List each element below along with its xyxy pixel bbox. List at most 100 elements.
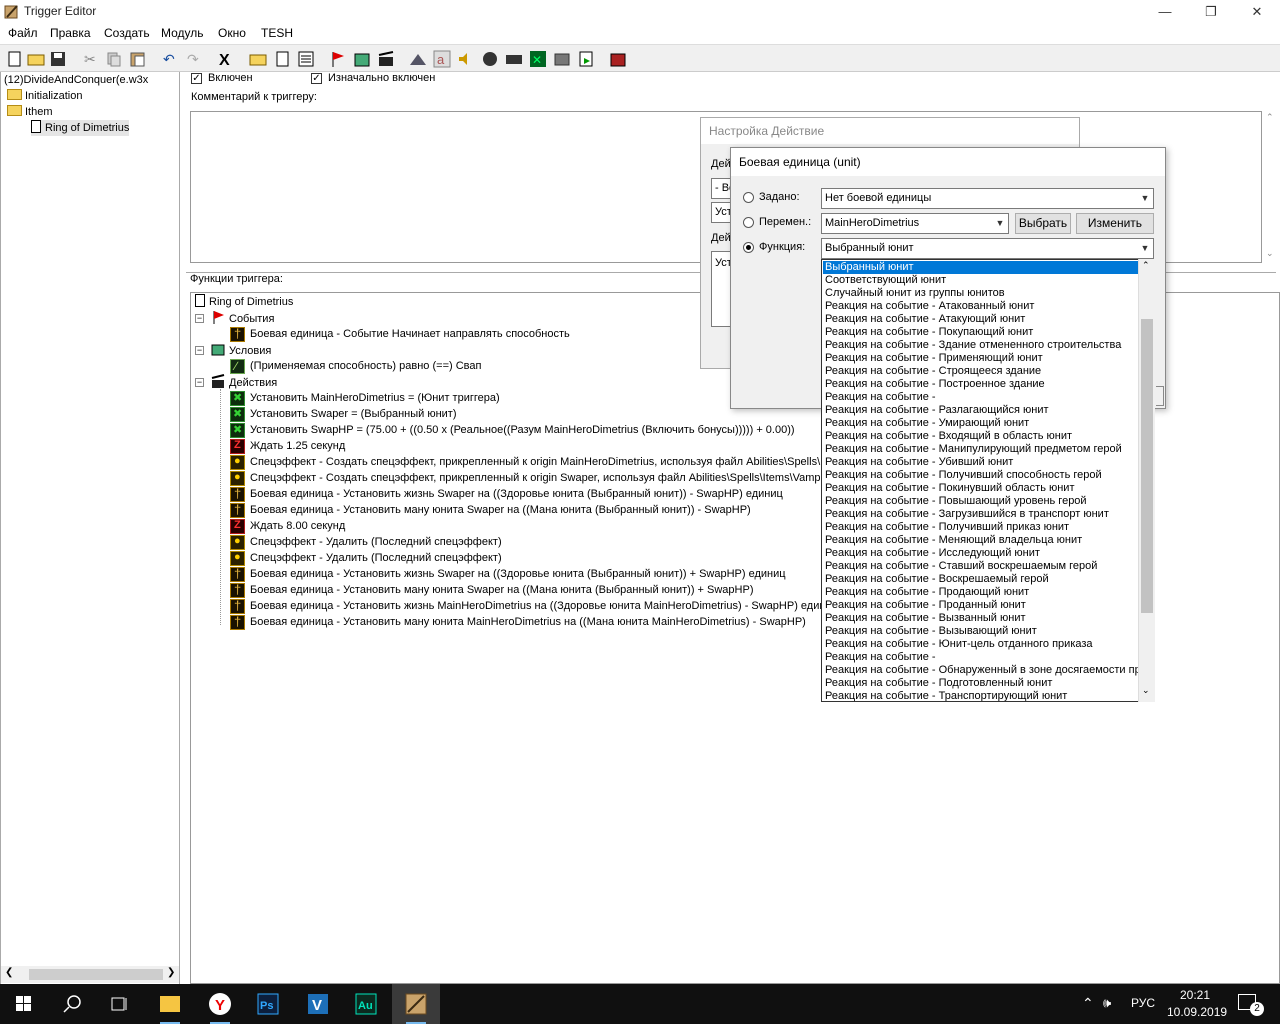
scroll-down-icon[interactable]: ⌄ bbox=[1142, 685, 1150, 696]
vegas-icon[interactable]: V bbox=[294, 984, 342, 1024]
dropdown-option[interactable]: Реакция на событие - bbox=[823, 651, 1138, 664]
action-item[interactable]: Спецэффект - Создать спецэффект, прикреп… bbox=[250, 470, 835, 486]
clock-time[interactable]: 20:21 bbox=[1180, 988, 1210, 1002]
dropdown-option[interactable]: Реакция на событие - Воскрешаемый герой bbox=[823, 573, 1138, 586]
paste-icon[interactable] bbox=[128, 49, 148, 69]
dropdown-option[interactable]: Реакция на событие - Юнит-цель отданного… bbox=[823, 638, 1138, 651]
new-comment-icon[interactable] bbox=[296, 49, 316, 69]
object-editor-icon[interactable] bbox=[480, 49, 500, 69]
dropdown-option[interactable]: Реакция на событие - Подготовленный юнит bbox=[823, 677, 1138, 690]
clock-date[interactable]: 10.09.2019 bbox=[1167, 1005, 1227, 1019]
menu-file[interactable]: Файл bbox=[8, 26, 38, 40]
menu-create[interactable]: Создать bbox=[104, 26, 150, 40]
file-explorer-icon[interactable] bbox=[146, 984, 194, 1024]
action-item[interactable]: Установить Swaper = (Выбранный юнит) bbox=[250, 406, 457, 422]
preset-select[interactable]: Нет боевой единицы ▼ bbox=[821, 188, 1154, 209]
close-button[interactable]: ✕ bbox=[1234, 0, 1280, 24]
new-event-icon[interactable] bbox=[328, 49, 348, 69]
dropdown-option[interactable]: Реакция на событие - Ставший воскрешаемы… bbox=[823, 560, 1138, 573]
dropdown-option[interactable]: Реакция на событие - Строящееся здание bbox=[823, 365, 1138, 378]
dropdown-option[interactable]: Случайный юнит из группы юнитов bbox=[823, 287, 1138, 300]
test-map-icon[interactable] bbox=[608, 49, 628, 69]
action-item[interactable]: Боевая единица - Установить жизнь MainHe… bbox=[250, 598, 838, 614]
new-condition-icon[interactable] bbox=[352, 49, 372, 69]
comment-scroll-up-icon[interactable]: ⌃ bbox=[1266, 112, 1274, 123]
action-item[interactable]: Боевая единица - Установить ману юнита S… bbox=[250, 502, 751, 518]
dropdown-option[interactable]: Реакция на событие - Меняющий владельца … bbox=[823, 534, 1138, 547]
dropdown-option[interactable]: Реакция на событие - Покупающий юнит bbox=[823, 326, 1138, 339]
campaign-editor-icon[interactable] bbox=[504, 49, 524, 69]
dropdown-option[interactable]: Реакция на событие - Транспортирующий юн… bbox=[823, 690, 1138, 701]
start-icon[interactable] bbox=[0, 984, 48, 1024]
actions-row[interactable]: Действия bbox=[211, 374, 277, 390]
dropdown-option[interactable]: Реакция на событие - Продающий юнит bbox=[823, 586, 1138, 599]
dropdown-option[interactable]: Реакция на событие - Умирающий юнит bbox=[823, 417, 1138, 430]
scroll-left-icon[interactable]: ❮ bbox=[5, 967, 13, 978]
chevron-down-icon[interactable]: ▼ bbox=[1137, 189, 1153, 208]
enabled-checkbox[interactable]: ✓ bbox=[191, 73, 202, 84]
comment-scroll-down-icon[interactable]: ⌄ bbox=[1266, 248, 1274, 259]
action-item[interactable]: Установить SwapHP = (75.00 + ((0.50 x (Р… bbox=[250, 422, 795, 438]
undo-icon[interactable]: ↶ bbox=[160, 49, 180, 69]
function-radio[interactable] bbox=[743, 242, 754, 253]
dropdown-option[interactable]: Реакция на событие - Загрузившийся в тра… bbox=[823, 508, 1138, 521]
collapse-events-icon[interactable]: − bbox=[195, 314, 204, 323]
object-manager-icon[interactable] bbox=[552, 49, 572, 69]
ai-editor-icon[interactable]: ✕ bbox=[528, 49, 548, 69]
initially-enabled-checkbox[interactable]: ✓ bbox=[311, 73, 322, 84]
menu-window[interactable]: Окно bbox=[218, 26, 246, 40]
conditions-row[interactable]: Условия bbox=[211, 342, 271, 358]
language-indicator[interactable]: РУС bbox=[1131, 996, 1155, 1010]
dropdown-scrollbar[interactable]: ⌃ ⌄ bbox=[1138, 259, 1155, 702]
action-item[interactable]: Ждать 1.25 секунд bbox=[250, 438, 345, 454]
preset-radio[interactable] bbox=[743, 192, 754, 203]
copy-icon[interactable] bbox=[104, 49, 124, 69]
dropdown-option[interactable]: Выбранный юнит bbox=[823, 261, 1138, 274]
world-editor-icon[interactable] bbox=[392, 984, 440, 1024]
edit-button[interactable]: Изменить bbox=[1076, 213, 1154, 234]
menu-module[interactable]: Модуль bbox=[161, 26, 204, 40]
dropdown-option[interactable]: Реакция на событие - Покинувший область … bbox=[823, 482, 1138, 495]
events-row[interactable]: События bbox=[211, 310, 274, 326]
photoshop-icon[interactable]: Ps bbox=[244, 984, 292, 1024]
action-item[interactable]: Боевая единица - Установить ману юнита S… bbox=[250, 582, 753, 598]
dropdown-option[interactable]: Реакция на событие - Проданный юнит bbox=[823, 599, 1138, 612]
dropdown-option[interactable]: Реакция на событие - Повышающий уровень … bbox=[823, 495, 1138, 508]
dropdown-option[interactable]: Реакция на событие - Вызванный юнит bbox=[823, 612, 1138, 625]
dropdown-option[interactable]: Реакция на событие - Получивший приказ ю… bbox=[823, 521, 1138, 534]
dropdown-option[interactable]: Реакция на событие - Входящий в область … bbox=[823, 430, 1138, 443]
tree-horizontal-scrollbar[interactable]: ❮ ❯ bbox=[1, 966, 179, 983]
scroll-thumb[interactable] bbox=[29, 969, 163, 980]
condition-item[interactable]: (Применяемая способность) равно (==) Сва… bbox=[250, 358, 481, 374]
tree-map-root[interactable]: (12)DivideAndConquer(e.w3x bbox=[4, 72, 148, 88]
dropdown-option[interactable]: Реакция на событие - Построенное здание bbox=[823, 378, 1138, 391]
dropdown-option[interactable]: Реакция на событие - Манипулирующий пред… bbox=[823, 443, 1138, 456]
tree-folder-initialization[interactable]: Initialization bbox=[7, 88, 82, 104]
action-item[interactable]: Ждать 8.00 секунд bbox=[250, 518, 345, 534]
save-icon[interactable] bbox=[48, 49, 68, 69]
audition-icon[interactable]: Au bbox=[342, 984, 390, 1024]
tree-trigger-ring-of-dimetrius[interactable]: Ring of Dimetrius bbox=[31, 120, 130, 136]
dropdown-option[interactable]: Соответствующий юнит bbox=[823, 274, 1138, 287]
new-action-icon[interactable] bbox=[376, 49, 396, 69]
tree-folder-ithem[interactable]: Ithem bbox=[7, 104, 53, 120]
action-item[interactable]: Установить MainHeroDimetrius = (Юнит три… bbox=[250, 390, 500, 406]
new-trigger-icon[interactable] bbox=[272, 49, 292, 69]
dropdown-option[interactable]: Реакция на событие - Атакующий юнит bbox=[823, 313, 1138, 326]
function-dropdown-list[interactable]: Выбранный юнит Соответствующий юнит Случай… bbox=[821, 259, 1155, 702]
new-category-icon[interactable] bbox=[248, 49, 268, 69]
volume-icon[interactable]: 🕪 bbox=[1103, 995, 1111, 1011]
trigger-editor-icon[interactable]: a bbox=[432, 49, 452, 69]
collapse-actions-icon[interactable]: − bbox=[195, 378, 204, 387]
trigger-name-row[interactable]: Ring of Dimetrius bbox=[195, 294, 293, 310]
minimize-button[interactable]: — bbox=[1142, 0, 1188, 24]
variable-radio[interactable] bbox=[743, 217, 754, 228]
event-item[interactable]: Боевая единица - Событие Начинает направ… bbox=[250, 326, 570, 342]
restore-button[interactable]: ❐ bbox=[1188, 0, 1234, 24]
scroll-thumb[interactable] bbox=[1141, 319, 1153, 613]
import-manager-icon[interactable] bbox=[576, 49, 596, 69]
action-item[interactable]: Боевая единица - Установить жизнь Swaper… bbox=[250, 486, 783, 502]
chevron-down-icon[interactable]: ▼ bbox=[1137, 239, 1153, 258]
dropdown-option[interactable]: Реакция на событие - Применяющий юнит bbox=[823, 352, 1138, 365]
dropdown-option[interactable]: Реакция на событие - Получивший способно… bbox=[823, 469, 1138, 482]
